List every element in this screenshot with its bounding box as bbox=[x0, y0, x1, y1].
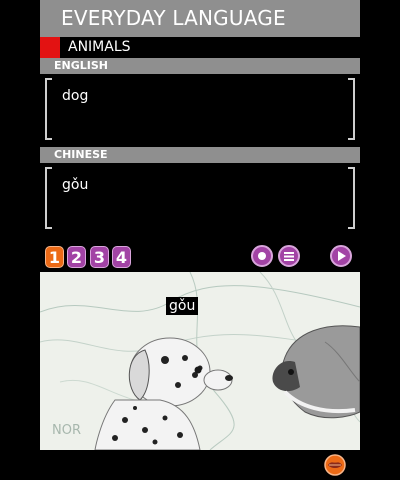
app-title: EVERYDAY LANGUAGE bbox=[61, 6, 286, 30]
number-button-4[interactable]: 4 bbox=[112, 246, 131, 268]
category-label: ANIMALS bbox=[68, 39, 131, 55]
english-section-bar: ENGLISH bbox=[40, 58, 360, 74]
bird-image bbox=[272, 325, 360, 419]
record-icon bbox=[258, 252, 266, 260]
play-icon bbox=[338, 251, 346, 261]
header-bar: EVERYDAY LANGUAGE bbox=[40, 0, 360, 37]
play-button[interactable] bbox=[330, 245, 352, 267]
map-label: NOR bbox=[52, 423, 81, 438]
english-section-label: ENGLISH bbox=[54, 59, 108, 72]
english-text: dog bbox=[62, 88, 89, 104]
right-bracket bbox=[348, 167, 355, 229]
lips-icon bbox=[324, 454, 346, 476]
left-bracket bbox=[45, 167, 52, 229]
app-screen: EVERYDAY LANGUAGE ANIMALS ENGLISH dog CH… bbox=[40, 0, 360, 480]
list-button[interactable] bbox=[278, 245, 300, 267]
controls-bar: 1 2 3 4 bbox=[40, 240, 360, 272]
number-button-1[interactable]: 1 bbox=[45, 246, 64, 268]
record-button[interactable] bbox=[251, 245, 273, 267]
dalmatian-puppy-image bbox=[94, 337, 233, 450]
english-text-box: dog bbox=[45, 74, 355, 140]
list-icon bbox=[284, 252, 294, 261]
right-bracket bbox=[348, 78, 355, 140]
illustration-area: NOR gǒu bbox=[40, 272, 360, 450]
word-tag: gǒu bbox=[166, 297, 199, 315]
chinese-text-box: gǒu bbox=[45, 163, 355, 229]
speak-button[interactable] bbox=[322, 454, 348, 480]
chinese-section-label: CHINESE bbox=[54, 148, 108, 161]
number-button-2[interactable]: 2 bbox=[67, 246, 86, 268]
category-bar: ANIMALS bbox=[40, 37, 360, 58]
chinese-text: gǒu bbox=[62, 177, 89, 193]
chinese-section-bar: CHINESE bbox=[40, 147, 360, 163]
left-bracket bbox=[45, 78, 52, 140]
number-button-3[interactable]: 3 bbox=[90, 246, 109, 268]
category-marker bbox=[40, 37, 60, 58]
